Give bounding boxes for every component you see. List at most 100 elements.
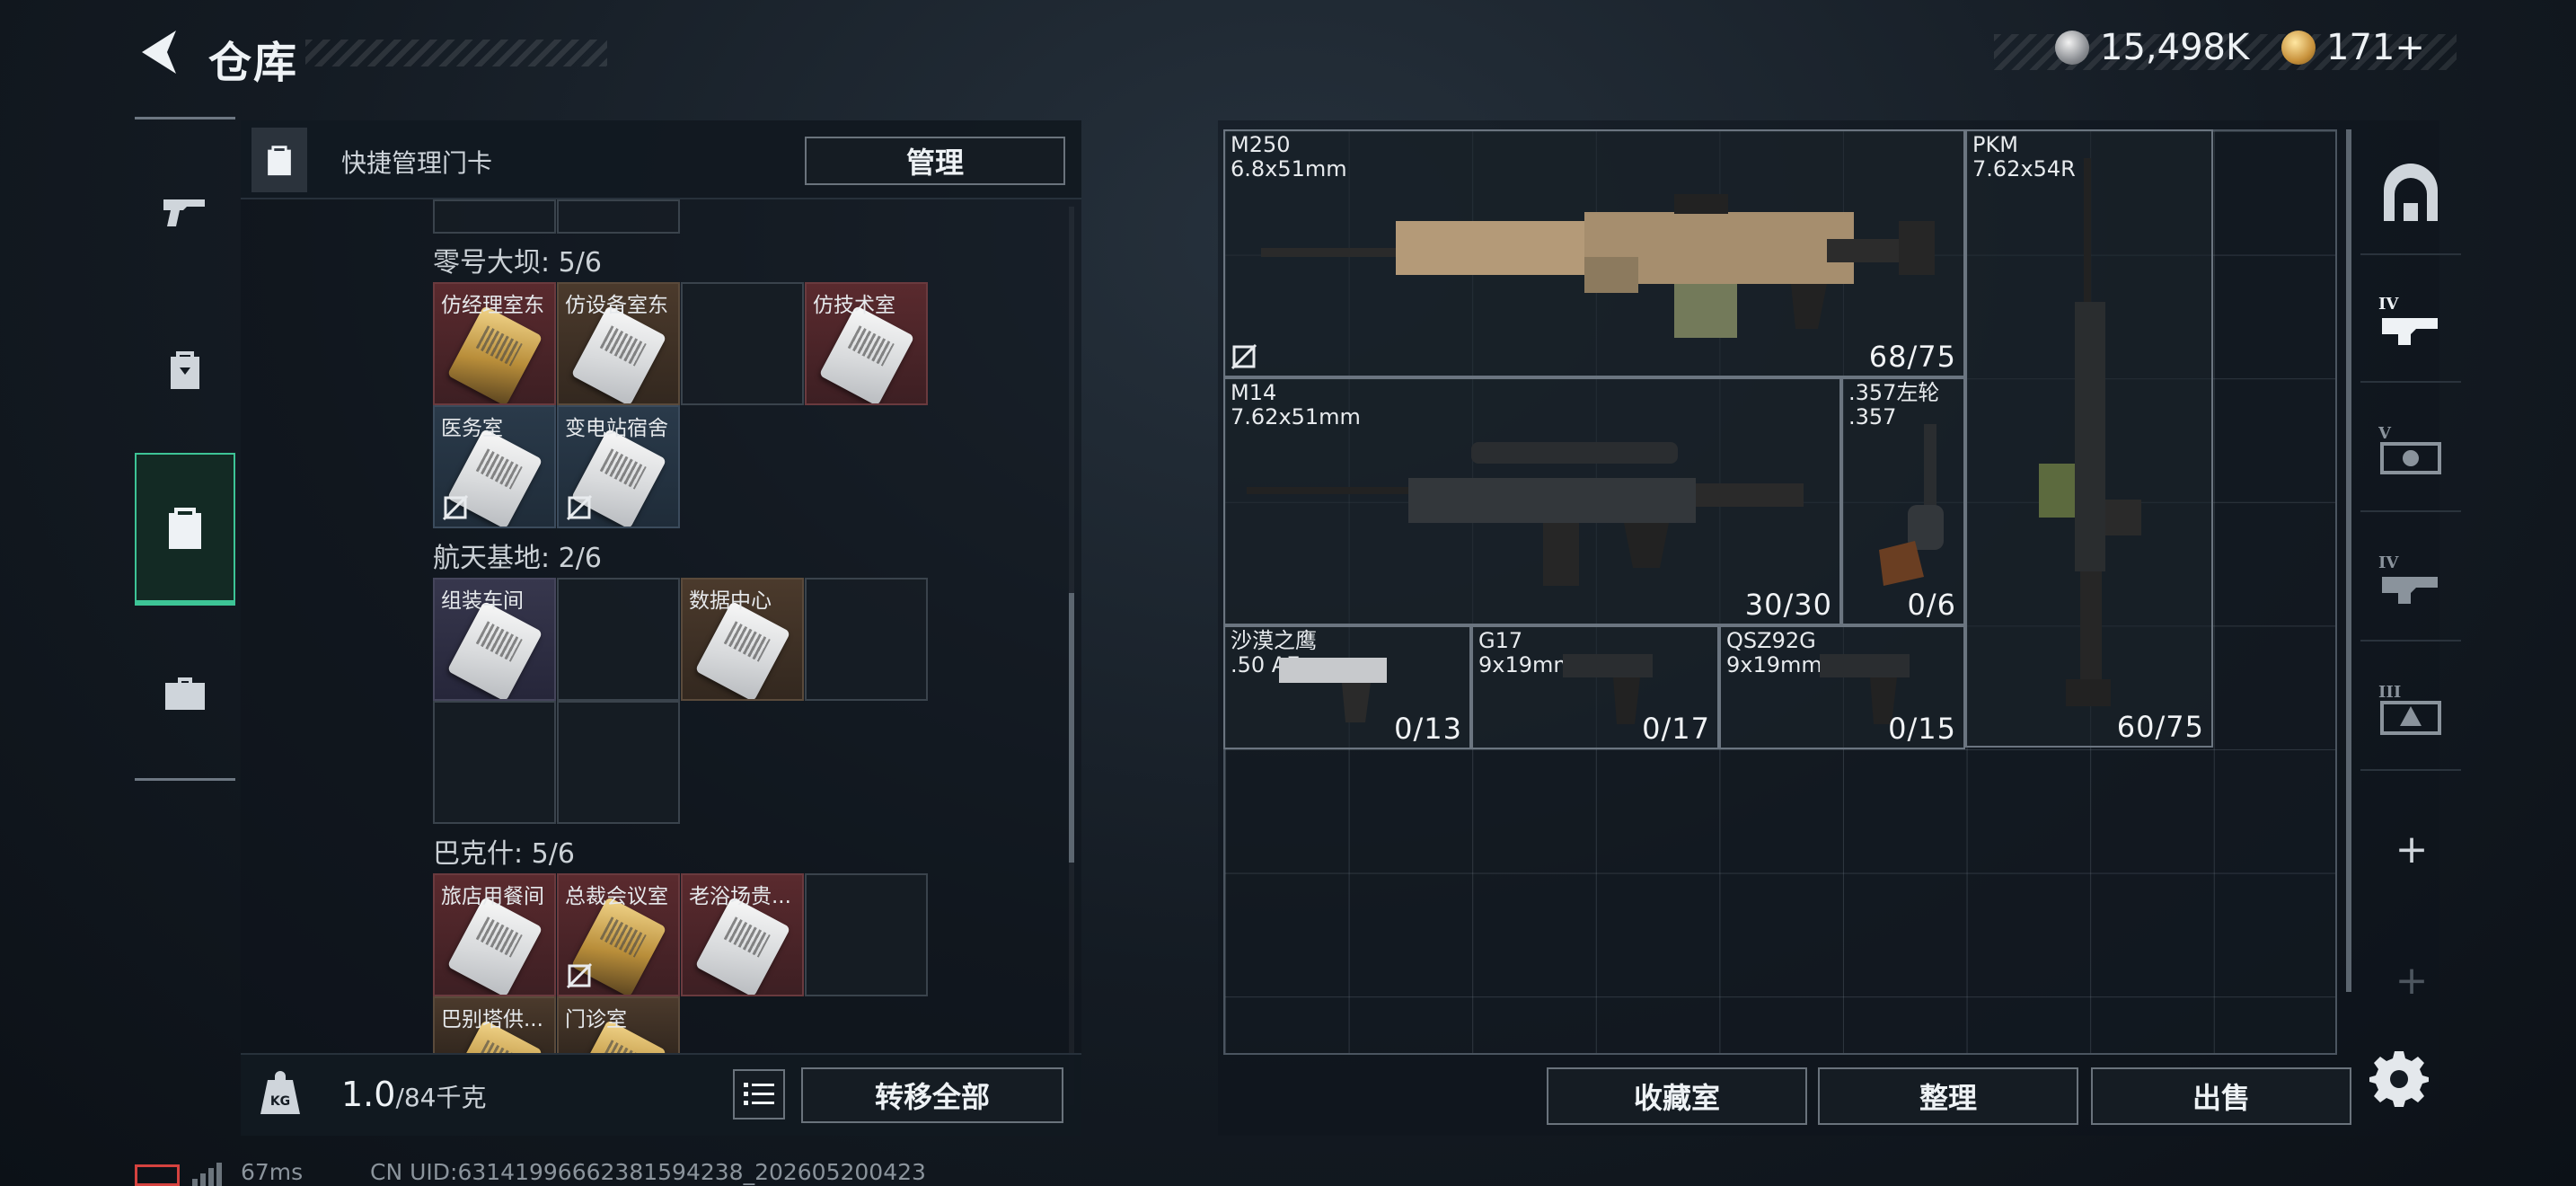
ammo-count: 68/75 (1868, 340, 1956, 374)
weight-icon: KG (260, 1071, 300, 1114)
gold-currency-value: 171+ (2326, 27, 2425, 68)
weapon-item-m250[interactable]: M250 6.8x51mm 68/75 (1223, 129, 1965, 377)
revolver-icon (1879, 424, 1944, 586)
right-rail-tier-iv-weapons[interactable]: IV (2360, 525, 2461, 642)
keycard-slot-filled[interactable]: 数据中心 (681, 578, 804, 701)
keycard-slot-filled[interactable]: 变电站宿舍 (557, 405, 680, 528)
keycard-slot-empty[interactable] (557, 578, 680, 701)
keycard-name: 仿技术室 (813, 294, 895, 317)
keycard-image (694, 600, 791, 699)
right-rail-tier-v-weapons[interactable]: V (2360, 395, 2461, 512)
keycard-image (446, 896, 543, 995)
weapon-item-revolver[interactable]: .357左轮 .357 0/6 (1841, 377, 1965, 625)
keycard-slot-filled[interactable]: 仿设备室东 (557, 282, 680, 405)
tier-4-gun-icon: IV (2378, 295, 2438, 345)
keycard-slot-filled[interactable]: 巴别塔供... (433, 996, 556, 1055)
briefcase-icon (165, 677, 205, 710)
gold-currency[interactable]: 171+ (2281, 27, 2425, 68)
ammo-count: 0/6 (1907, 588, 1956, 622)
keycard-name: 医务室 (441, 417, 503, 440)
weapon-item-g17[interactable]: G17 9x19mm 0/17 (1471, 625, 1719, 749)
collection-room-button[interactable]: 收藏室 (1547, 1067, 1807, 1125)
quick-manage-label: 快捷管理门卡 (341, 148, 493, 178)
weapon-name: M250 (1231, 132, 1291, 157)
svg-text:III: III (2378, 683, 2401, 702)
keycard-slot[interactable] (557, 199, 680, 234)
rail-toolbox-button[interactable] (135, 643, 235, 744)
keycard-name: 变电站宿舍 (565, 417, 668, 440)
keycard-holder-icon (169, 508, 201, 549)
weight-value: 1.0 (341, 1075, 396, 1114)
keycard-name: 数据中心 (689, 589, 772, 613)
keycard-slot-empty[interactable] (433, 701, 556, 824)
map-section-title: 航天基地: 2/6 (433, 543, 602, 574)
right-rail-tier-iv-weapons-active[interactable]: IV (2360, 266, 2461, 383)
weapon-item-desert-eagle[interactable]: 沙漠之鹰 .50 AE 0/13 (1223, 625, 1471, 749)
keycard-name: 仿经理室东 (441, 294, 544, 317)
add-slot-disabled-icon: + (2395, 958, 2429, 1004)
keycard-slot-filled[interactable]: 仿技术室 (805, 282, 928, 405)
no-export-icon (1231, 343, 1257, 370)
page-title: 仓库 (208, 38, 299, 88)
keycard-image (694, 896, 791, 995)
transfer-all-button[interactable]: 转移全部 (801, 1067, 1063, 1123)
ammo-count: 0/13 (1394, 712, 1462, 746)
weapon-item-qsz92g[interactable]: QSZ92G 9x19mm 0/15 (1719, 625, 1965, 749)
keycard-slot-filled[interactable]: 总裁会议室 (557, 873, 680, 996)
keycard-slot-empty[interactable] (805, 873, 928, 996)
svg-text:IV: IV (2378, 295, 2399, 314)
keycard-image (570, 305, 667, 403)
add-slot-icon[interactable]: + (2371, 827, 2452, 872)
weapon-name: QSZ92G (1726, 628, 1816, 653)
keycard-slot[interactable] (433, 199, 556, 234)
keycard-slot-filled[interactable]: 组装车间 (433, 578, 556, 701)
keycard-scroll-thumb[interactable] (1069, 593, 1074, 863)
keycard-slot-empty[interactable] (681, 282, 804, 405)
weapon-name: .357左轮 (1848, 380, 1940, 405)
keycard-slot-empty[interactable] (557, 701, 680, 824)
rail-keycards-button[interactable] (135, 453, 235, 606)
map-section-title: 零号大坝: 5/6 (433, 247, 602, 279)
keycard-slot-filled[interactable]: 门诊室 (557, 996, 680, 1055)
sell-button[interactable]: 出售 (2091, 1067, 2351, 1125)
uid-readout: CN UID:6314199666238159423​8_20260520042… (370, 1159, 926, 1185)
weight-readout: 1.0/84千克 (341, 1075, 487, 1114)
tier-4-gun-icon: IV (2378, 553, 2438, 604)
keycard-slot-filled[interactable]: 仿经理室东 (433, 282, 556, 405)
ammo-count: 0/17 (1642, 712, 1710, 746)
rail-backpack-button[interactable] (135, 319, 235, 420)
right-rail-safehouse[interactable] (2360, 138, 2461, 255)
gold-coin-icon (2281, 31, 2316, 65)
battery-icon (135, 1164, 180, 1186)
weight-capacity: /84千克 (395, 1083, 487, 1112)
keycard-slot-filled[interactable]: 老浴场贵... (681, 873, 804, 996)
desert-eagle-icon (1279, 658, 1387, 722)
list-view-button[interactable] (733, 1069, 785, 1120)
storage-scrollbar[interactable] (2346, 129, 2351, 992)
keycard-slot-empty[interactable] (805, 578, 928, 701)
right-rail-tier-iii-weapons[interactable]: III (2360, 654, 2461, 771)
keycard-name: 总裁会议室 (565, 885, 668, 908)
rail-divider-bottom (135, 778, 235, 781)
weapon-item-pkm[interactable]: PKM 7.62x54R 60/75 (1965, 129, 2213, 748)
silver-currency[interactable]: 15,498K (2055, 27, 2249, 68)
safehouse-icon (2384, 164, 2438, 221)
weapon-item-m14[interactable]: M14 7.62x51mm 30/30 (1223, 377, 1841, 625)
map-section-title: 巴克什: 5/6 (433, 838, 575, 870)
tier-5-gun-icon: V (2378, 424, 2441, 474)
rail-weapons-button[interactable] (135, 160, 235, 261)
svg-text:V: V (2378, 424, 2392, 443)
gear-icon[interactable] (2369, 1048, 2429, 1107)
back-arrow-icon[interactable] (135, 27, 189, 77)
keycard-name: 巴别塔供... (441, 1008, 543, 1031)
manage-button[interactable]: 管理 (805, 137, 1065, 185)
keycard-slot-filled[interactable]: 医务室 (433, 405, 556, 528)
weapon-caliber: 9x19mm (1478, 652, 1575, 677)
keycard-slot-filled[interactable]: 旅店用餐间 (433, 873, 556, 996)
keycard-image (818, 305, 915, 403)
ammo-count: 30/30 (1744, 588, 1832, 622)
sort-button[interactable]: 整理 (1818, 1067, 2078, 1125)
ping-readout: 67ms (241, 1159, 304, 1185)
pkm-machine-gun-icon (2039, 158, 2141, 706)
pistol-icon (163, 199, 205, 226)
